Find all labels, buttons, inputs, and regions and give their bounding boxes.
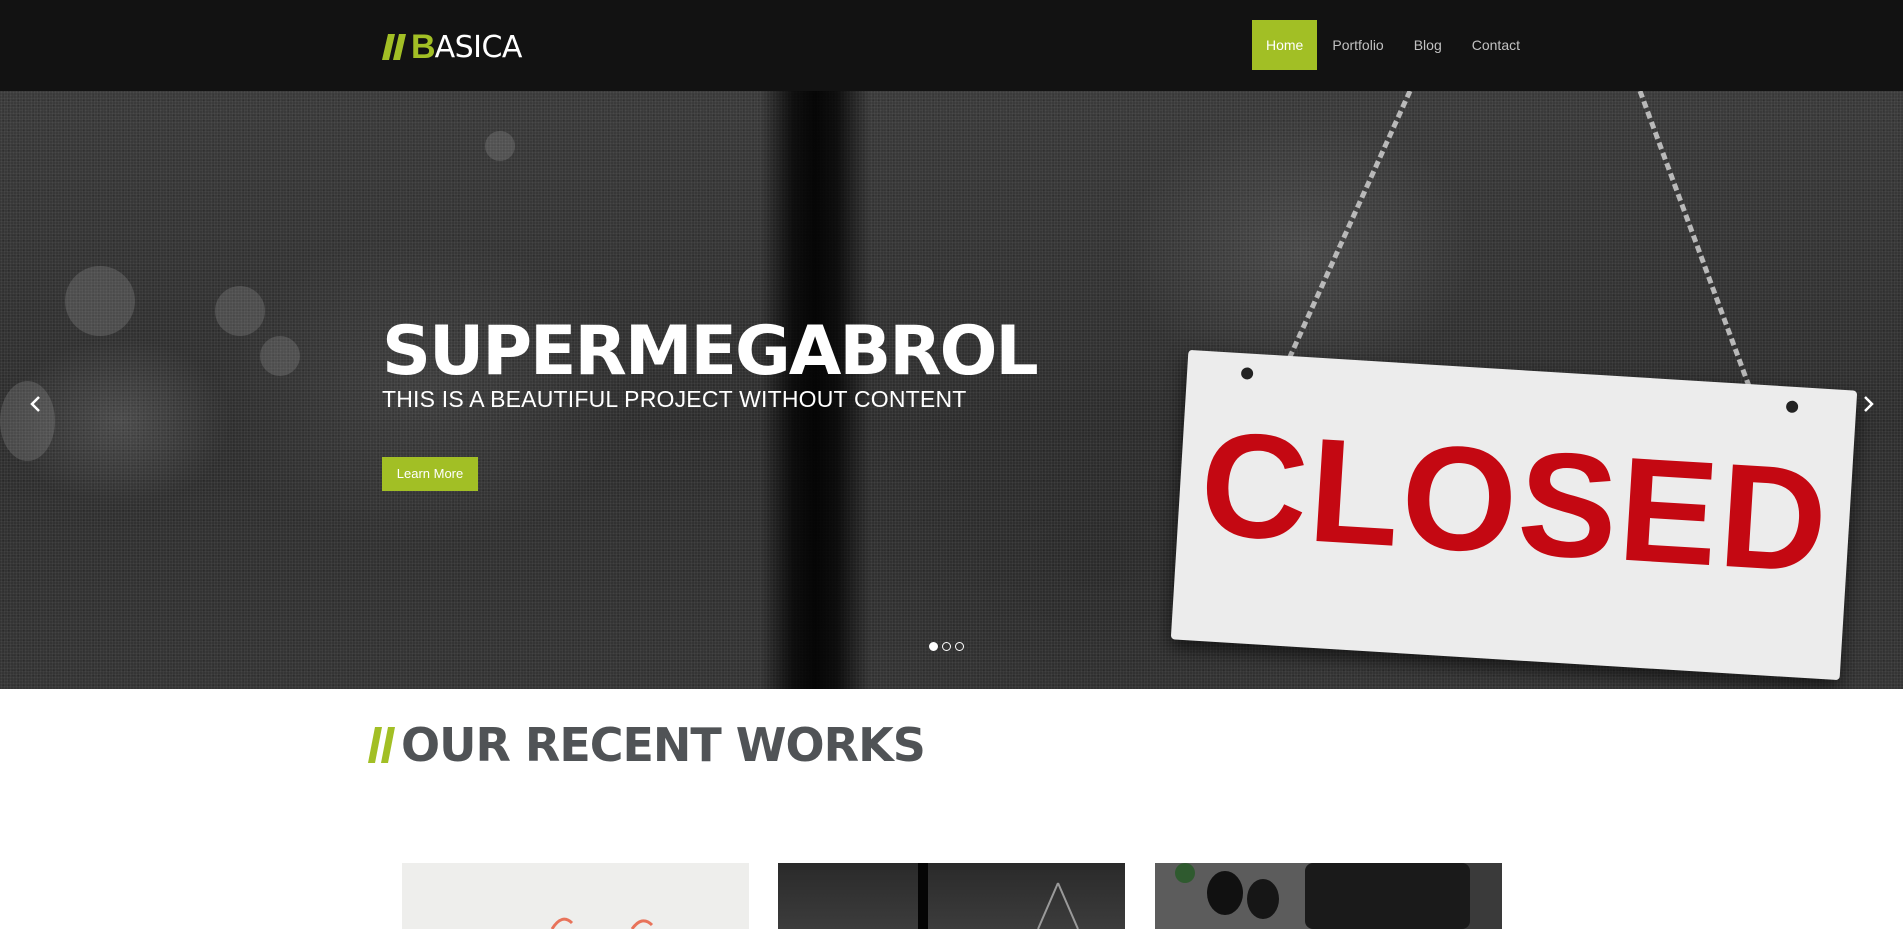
work-thumbnail-3[interactable] <box>1155 863 1502 929</box>
work-image-3 <box>1155 863 1502 929</box>
logo-wordmark: ASICA <box>434 29 523 65</box>
hero-slider: CLOSED SUPERMEGABROL THIS IS A BEAUTIFUL… <box>0 91 1903 689</box>
sign-hole <box>1240 367 1254 380</box>
sign-hole <box>1785 400 1799 414</box>
chevron-left-icon <box>30 396 40 412</box>
slider-dot-3[interactable] <box>955 642 964 651</box>
site-logo[interactable]: B ASICA <box>382 27 522 67</box>
closed-sign-text: CLOSED <box>1195 400 1834 605</box>
main-nav: Home Portfolio Blog Contact <box>1252 20 1535 70</box>
hero-background-spot <box>485 131 515 161</box>
slider-next-button[interactable] <box>1853 389 1883 419</box>
hero-caption: SUPERMEGABROL THIS IS A BEAUTIFUL PROJEC… <box>382 312 1039 491</box>
slider-pagination <box>929 642 964 651</box>
hero-background-spot <box>215 286 265 336</box>
heading-slashes-icon <box>368 727 395 763</box>
hero-background-spot <box>260 336 300 376</box>
closed-sign: CLOSED <box>1170 349 1858 681</box>
work-thumbnail-2[interactable] <box>778 863 1125 929</box>
slider-dot-2[interactable] <box>942 642 951 651</box>
work-image-1 <box>550 917 654 929</box>
work-image-2 <box>918 863 1079 929</box>
nav-item-portfolio[interactable]: Portfolio <box>1317 20 1398 70</box>
nav-item-blog[interactable]: Blog <box>1399 20 1457 70</box>
chevron-right-icon <box>1864 396 1874 412</box>
hero-subtitle: THIS IS A BEAUTIFUL PROJECT WITHOUT CONT… <box>382 386 967 412</box>
work-thumbnail-1[interactable] <box>402 863 749 929</box>
recent-works-heading: OUR RECENT WORKS <box>368 717 926 773</box>
site-header: B ASICA Home Portfolio Blog Contact <box>0 0 1903 91</box>
nav-item-home[interactable]: Home <box>1252 20 1318 70</box>
hero-title: SUPERMEGABROL <box>382 312 1039 391</box>
learn-more-button[interactable]: Learn More <box>382 457 478 491</box>
logo-slashes-icon <box>382 34 406 60</box>
hero-background-spot <box>65 266 135 336</box>
section-title: OUR RECENT WORKS <box>401 718 926 772</box>
slider-dot-1[interactable] <box>929 642 938 651</box>
slider-prev-button[interactable] <box>21 389 51 419</box>
logo-initial: B <box>411 27 436 66</box>
nav-item-contact[interactable]: Contact <box>1457 20 1535 70</box>
